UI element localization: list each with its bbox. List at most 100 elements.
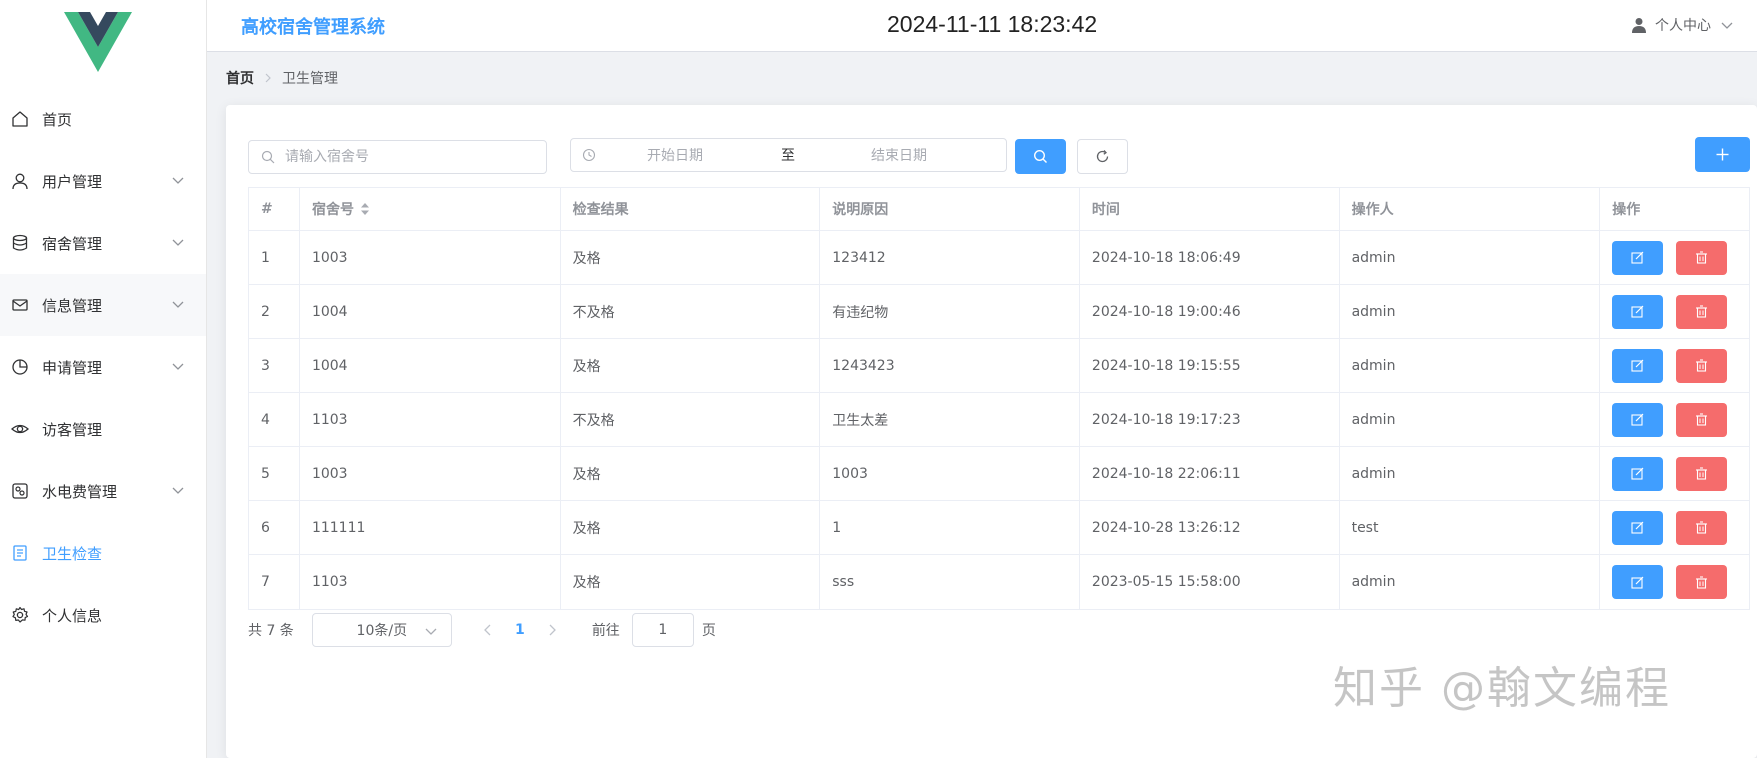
cell-actions: [1600, 555, 1749, 609]
header: 高校宿舍管理系统 2024-11-11 18:23:42 个人中心: [207, 0, 1757, 52]
sidebar-item-7[interactable]: 卫生检查: [0, 522, 206, 584]
cell-actions: [1600, 447, 1749, 500]
user-center-dropdown[interactable]: 个人中心: [1631, 15, 1733, 35]
cell-actions: [1600, 501, 1749, 554]
cell-row-index: 5: [249, 447, 300, 500]
delete-button[interactable]: [1676, 348, 1728, 383]
page-unit-label: 页: [701, 623, 716, 639]
cell-check-time: 2024-10-18 19:00:46: [1080, 285, 1340, 338]
sort-caret-icon[interactable]: [360, 202, 370, 216]
date-range-picker[interactable]: 开始日期 至 结束日期: [570, 138, 1007, 172]
column-header-room-label: 宿舍号: [311, 202, 354, 218]
add-record-button[interactable]: [1695, 137, 1750, 172]
cell-operator: admin: [1340, 447, 1601, 500]
edit-button[interactable]: [1612, 456, 1664, 491]
cell-reason: 123412: [820, 231, 1080, 284]
date-end-input[interactable]: 结束日期: [871, 145, 927, 165]
trash-icon: [1696, 521, 1708, 534]
edit-button[interactable]: [1612, 402, 1664, 437]
cell-reason: sss: [820, 555, 1080, 609]
cell-room-number: 111111: [300, 501, 561, 554]
goto-label: 前往: [591, 623, 620, 639]
plus-icon: [1716, 148, 1729, 161]
sidebar-item-1[interactable]: 用户管理: [0, 150, 206, 212]
cell-room-number: 1003: [300, 447, 561, 500]
delete-button[interactable]: [1676, 456, 1728, 491]
edit-button[interactable]: [1612, 240, 1664, 275]
vue-logo-icon: [64, 12, 132, 72]
edit-button[interactable]: [1612, 510, 1664, 545]
room-search-box[interactable]: [248, 140, 547, 174]
edit-button[interactable]: [1612, 565, 1664, 599]
chevron-down-icon: [1721, 22, 1733, 29]
cell-operator: admin: [1340, 285, 1601, 338]
sidebar-item-4[interactable]: 申请管理: [0, 336, 206, 398]
chevron-down-icon: [172, 301, 184, 308]
cell-check-result: 及格: [561, 339, 821, 392]
cell-check-time: 2024-10-18 19:15:55: [1080, 339, 1340, 392]
edit-icon: [1631, 413, 1644, 426]
cell-reason: 卫生太差: [820, 393, 1080, 446]
cell-room-number: 1004: [300, 339, 561, 392]
date-start-input[interactable]: 开始日期: [647, 145, 703, 165]
breadcrumb-separator-icon: [265, 73, 271, 83]
prev-page-icon[interactable]: [482, 624, 494, 636]
user-avatar-icon: [1632, 18, 1646, 33]
next-page-icon[interactable]: [546, 624, 558, 636]
table-row: 3 1004 及格 1243423 2024-10-18 19:15:55 admin: [249, 339, 1749, 393]
cell-operator: admin: [1340, 393, 1601, 446]
delete-button[interactable]: [1676, 510, 1728, 545]
sidebar-item-label: 个人信息: [42, 606, 103, 625]
cell-row-index: 3: [249, 339, 300, 392]
edit-button[interactable]: [1612, 294, 1664, 329]
table-row: 2 1004 不及格 有违纪物 2024-10-18 19:00:46 admin: [249, 285, 1749, 339]
watermark: 知乎 @翰文编程: [1333, 663, 1671, 714]
cell-room-number: 1004: [300, 285, 561, 338]
delete-button[interactable]: [1676, 565, 1728, 599]
sidebar-item-8[interactable]: 个人信息: [0, 584, 206, 646]
page-number-current[interactable]: 1: [510, 622, 530, 638]
page-size-select[interactable]: 10条/页: [311, 613, 452, 647]
sidebar-item-0[interactable]: 首页: [0, 88, 206, 150]
room-search-input[interactable]: [283, 148, 527, 166]
delete-button[interactable]: [1676, 294, 1728, 329]
cell-reason: 1003: [820, 447, 1080, 500]
delete-button[interactable]: [1676, 402, 1728, 437]
sidebar-item-label: 用户管理: [42, 172, 103, 191]
edit-icon: [1631, 467, 1644, 480]
goto-page-input[interactable]: [631, 613, 694, 647]
cell-operator: test: [1340, 501, 1601, 554]
edit-icon: [1631, 305, 1644, 318]
cell-check-time: 2024-10-18 22:06:11: [1080, 447, 1340, 500]
cell-check-result: 及格: [561, 447, 821, 500]
chevron-down-icon: [172, 363, 184, 370]
sidebar-item-6[interactable]: 水电费管理: [0, 460, 206, 522]
cell-row-index: 2: [249, 285, 300, 338]
column-header-room[interactable]: 宿舍号: [300, 188, 561, 230]
cell-check-time: 2024-10-18 18:06:49: [1080, 231, 1340, 284]
sidebar-item-2[interactable]: 宿舍管理: [0, 212, 206, 274]
sidebar-item-3[interactable]: 信息管理: [0, 274, 206, 336]
trash-icon: [1696, 251, 1708, 264]
table-header-row: # 宿舍号 检查结果 说明原因 时间 操作人 操作: [249, 188, 1749, 231]
sidebar-item-5[interactable]: 访客管理: [0, 398, 206, 460]
edit-button[interactable]: [1612, 348, 1664, 383]
column-header-reason: 说明原因: [820, 188, 1080, 230]
cell-check-time: 2024-10-28 13:26:12: [1080, 501, 1340, 554]
cell-actions: [1600, 393, 1749, 446]
delete-button[interactable]: [1676, 240, 1728, 275]
breadcrumb-home[interactable]: 首页: [226, 68, 254, 88]
cell-check-result: 及格: [561, 555, 821, 609]
cell-operator: admin: [1340, 231, 1601, 284]
sidebar-item-label: 水电费管理: [42, 482, 118, 501]
sidebar-item-label: 首页: [42, 110, 73, 129]
refresh-icon: [1096, 150, 1109, 163]
breadcrumb: 首页 卫生管理: [226, 68, 338, 88]
column-header-result: 检查结果: [561, 188, 821, 230]
cell-reason: 1243423: [820, 339, 1080, 392]
search-button[interactable]: [1015, 139, 1066, 174]
reset-button[interactable]: [1077, 139, 1128, 174]
document-icon: [10, 543, 30, 563]
chevron-down-icon: [425, 628, 437, 635]
cell-room-number: 1003: [300, 231, 561, 284]
